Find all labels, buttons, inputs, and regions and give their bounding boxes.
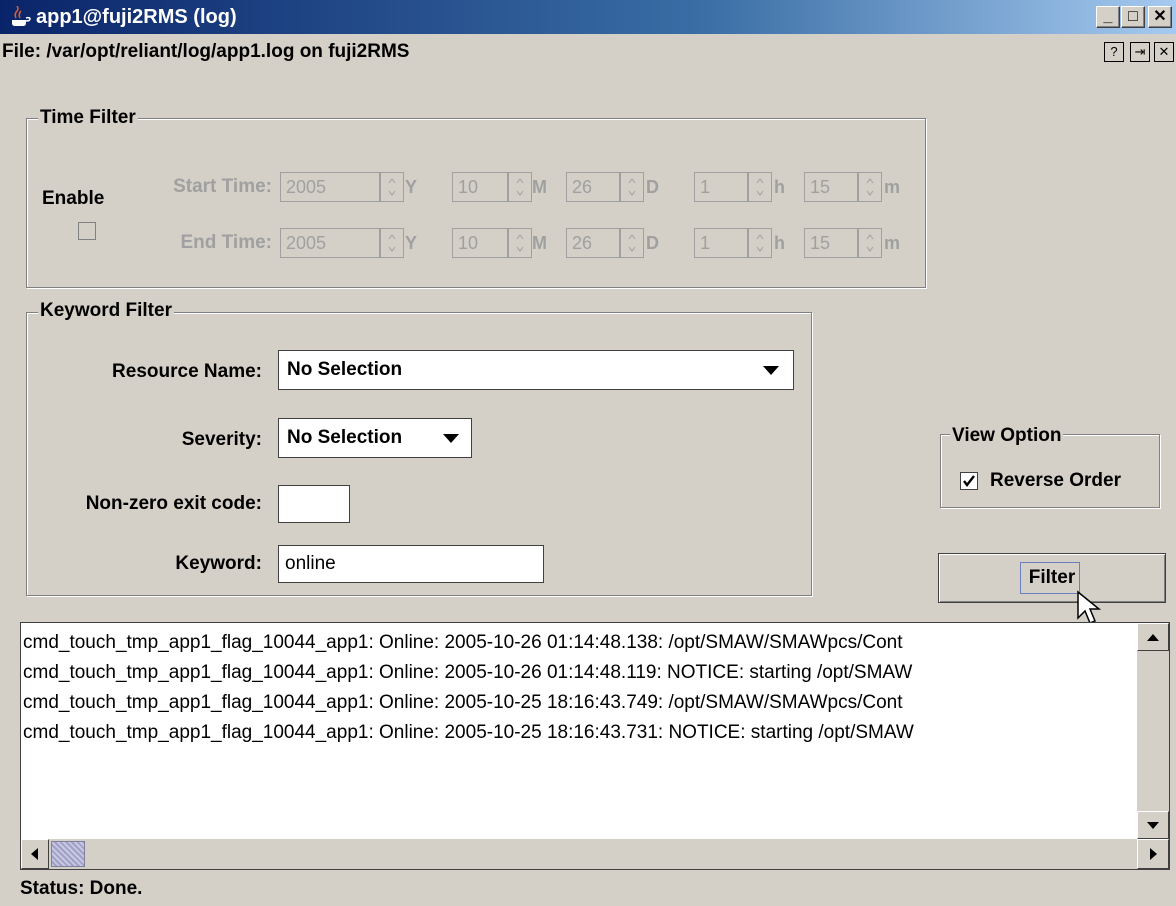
minute-unit: m (884, 233, 901, 253)
resource-name-value: No Selection (287, 359, 403, 380)
keyword-label: Keyword: (175, 553, 262, 574)
scroll-right-button[interactable] (1137, 839, 1169, 869)
minimize-button[interactable]: _ (1096, 6, 1120, 28)
window-title: app1@fuji2RMS (log) (36, 6, 237, 28)
arrow-down-icon (1147, 822, 1159, 829)
close-panel-button[interactable]: ✕ (1154, 42, 1174, 62)
scroll-down-button[interactable] (1137, 811, 1169, 839)
view-option-title: View Option (950, 425, 1064, 447)
severity-label: Severity: (181, 429, 262, 450)
reverse-order-checkbox[interactable] (960, 472, 978, 490)
status-label: Status: Done. (20, 878, 143, 899)
arrow-right-icon (1150, 848, 1157, 860)
start-year-field[interactable]: 2005 (280, 172, 380, 202)
spinner-arrows-icon (516, 178, 524, 196)
chevron-down-icon (443, 434, 459, 443)
log-line: cmd_touch_tmp_app1_flag_10044_app1: Onli… (23, 632, 903, 653)
start-month-field[interactable]: 10 (452, 172, 508, 202)
log-line: cmd_touch_tmp_app1_flag_10044_app1: Onli… (23, 692, 903, 713)
detach-button[interactable]: ⇥ (1130, 42, 1150, 62)
end-year-field[interactable]: 2005 (280, 228, 380, 258)
year-unit: Y (405, 233, 418, 253)
end-day-spinner[interactable] (620, 228, 644, 258)
day-unit: D (646, 233, 659, 253)
checkmark-icon (963, 475, 975, 487)
end-time-label: End Time: (180, 232, 273, 253)
spinner-arrows-icon (388, 178, 396, 196)
arrow-left-icon (31, 848, 38, 860)
chevron-down-icon (763, 366, 779, 375)
keyword-filter-title: Keyword Filter (38, 300, 174, 322)
severity-value: No Selection (287, 427, 403, 448)
spinner-arrows-icon (866, 178, 874, 196)
spinner-arrows-icon (756, 234, 764, 252)
spinner-arrows-icon (516, 234, 524, 252)
resource-name-label: Resource Name: (112, 361, 262, 382)
exit-code-field[interactable] (278, 485, 350, 523)
end-month-field[interactable]: 10 (452, 228, 508, 258)
filter-focus-ring (1020, 562, 1080, 594)
severity-dropdown[interactable]: No Selection (278, 418, 472, 458)
horizontal-scrollbar[interactable] (21, 839, 1169, 869)
scroll-thumb[interactable] (51, 841, 85, 867)
help-button[interactable]: ? (1104, 42, 1124, 62)
end-minute-field[interactable]: 15 (804, 228, 858, 258)
day-unit: D (646, 177, 659, 197)
java-cup-icon (12, 6, 31, 26)
log-line: cmd_touch_tmp_app1_flag_10044_app1: Onli… (23, 722, 914, 743)
minute-unit: m (884, 177, 901, 197)
scroll-left-button[interactable] (21, 839, 49, 869)
spinner-arrows-icon (866, 234, 874, 252)
title-bar[interactable]: app1@fuji2RMS (log) _ □ ✕ (0, 0, 1176, 34)
start-hour-field[interactable]: 1 (694, 172, 748, 202)
end-minute-spinner[interactable] (858, 228, 882, 258)
vertical-scrollbar[interactable] (1137, 623, 1169, 839)
year-unit: Y (405, 177, 418, 197)
month-unit: M (532, 233, 547, 253)
hour-unit: h (774, 177, 785, 197)
spinner-arrows-icon (628, 234, 636, 252)
start-year-spinner[interactable] (380, 172, 404, 202)
maximize-button[interactable]: □ (1121, 6, 1145, 28)
spinner-arrows-icon (628, 178, 636, 196)
start-day-spinner[interactable] (620, 172, 644, 202)
enable-checkbox[interactable] (78, 222, 96, 240)
hour-unit: h (774, 233, 785, 253)
start-time-label: Start Time: (173, 176, 272, 197)
end-hour-field[interactable]: 1 (694, 228, 748, 258)
exit-code-label: Non-zero exit code: (85, 493, 262, 514)
log-line: cmd_touch_tmp_app1_flag_10044_app1: Onli… (23, 662, 913, 683)
spinner-arrows-icon (756, 178, 764, 196)
end-month-spinner[interactable] (508, 228, 532, 258)
end-year-spinner[interactable] (380, 228, 404, 258)
end-day-field[interactable]: 26 (566, 228, 620, 258)
start-month-spinner[interactable] (508, 172, 532, 202)
close-window-button[interactable]: ✕ (1148, 6, 1172, 28)
enable-label: Enable (42, 188, 105, 209)
start-hour-spinner[interactable] (748, 172, 772, 202)
start-minute-field[interactable]: 15 (804, 172, 858, 202)
time-filter-group (26, 118, 926, 288)
month-unit: M (532, 177, 547, 197)
start-minute-spinner[interactable] (858, 172, 882, 202)
resource-name-dropdown[interactable]: No Selection (278, 350, 794, 390)
end-hour-spinner[interactable] (748, 228, 772, 258)
reverse-order-label: Reverse Order (990, 470, 1121, 491)
file-path-label: File: /var/opt/reliant/log/app1.log on f… (2, 41, 410, 62)
scroll-up-button[interactable] (1137, 623, 1169, 651)
log-output-area[interactable]: cmd_touch_tmp_app1_flag_10044_app1: Onli… (20, 622, 1170, 870)
time-filter-title: Time Filter (38, 107, 138, 129)
keyword-field[interactable]: online (278, 545, 544, 583)
start-day-field[interactable]: 26 (566, 172, 620, 202)
spinner-arrows-icon (388, 234, 396, 252)
arrow-up-icon (1147, 634, 1159, 641)
